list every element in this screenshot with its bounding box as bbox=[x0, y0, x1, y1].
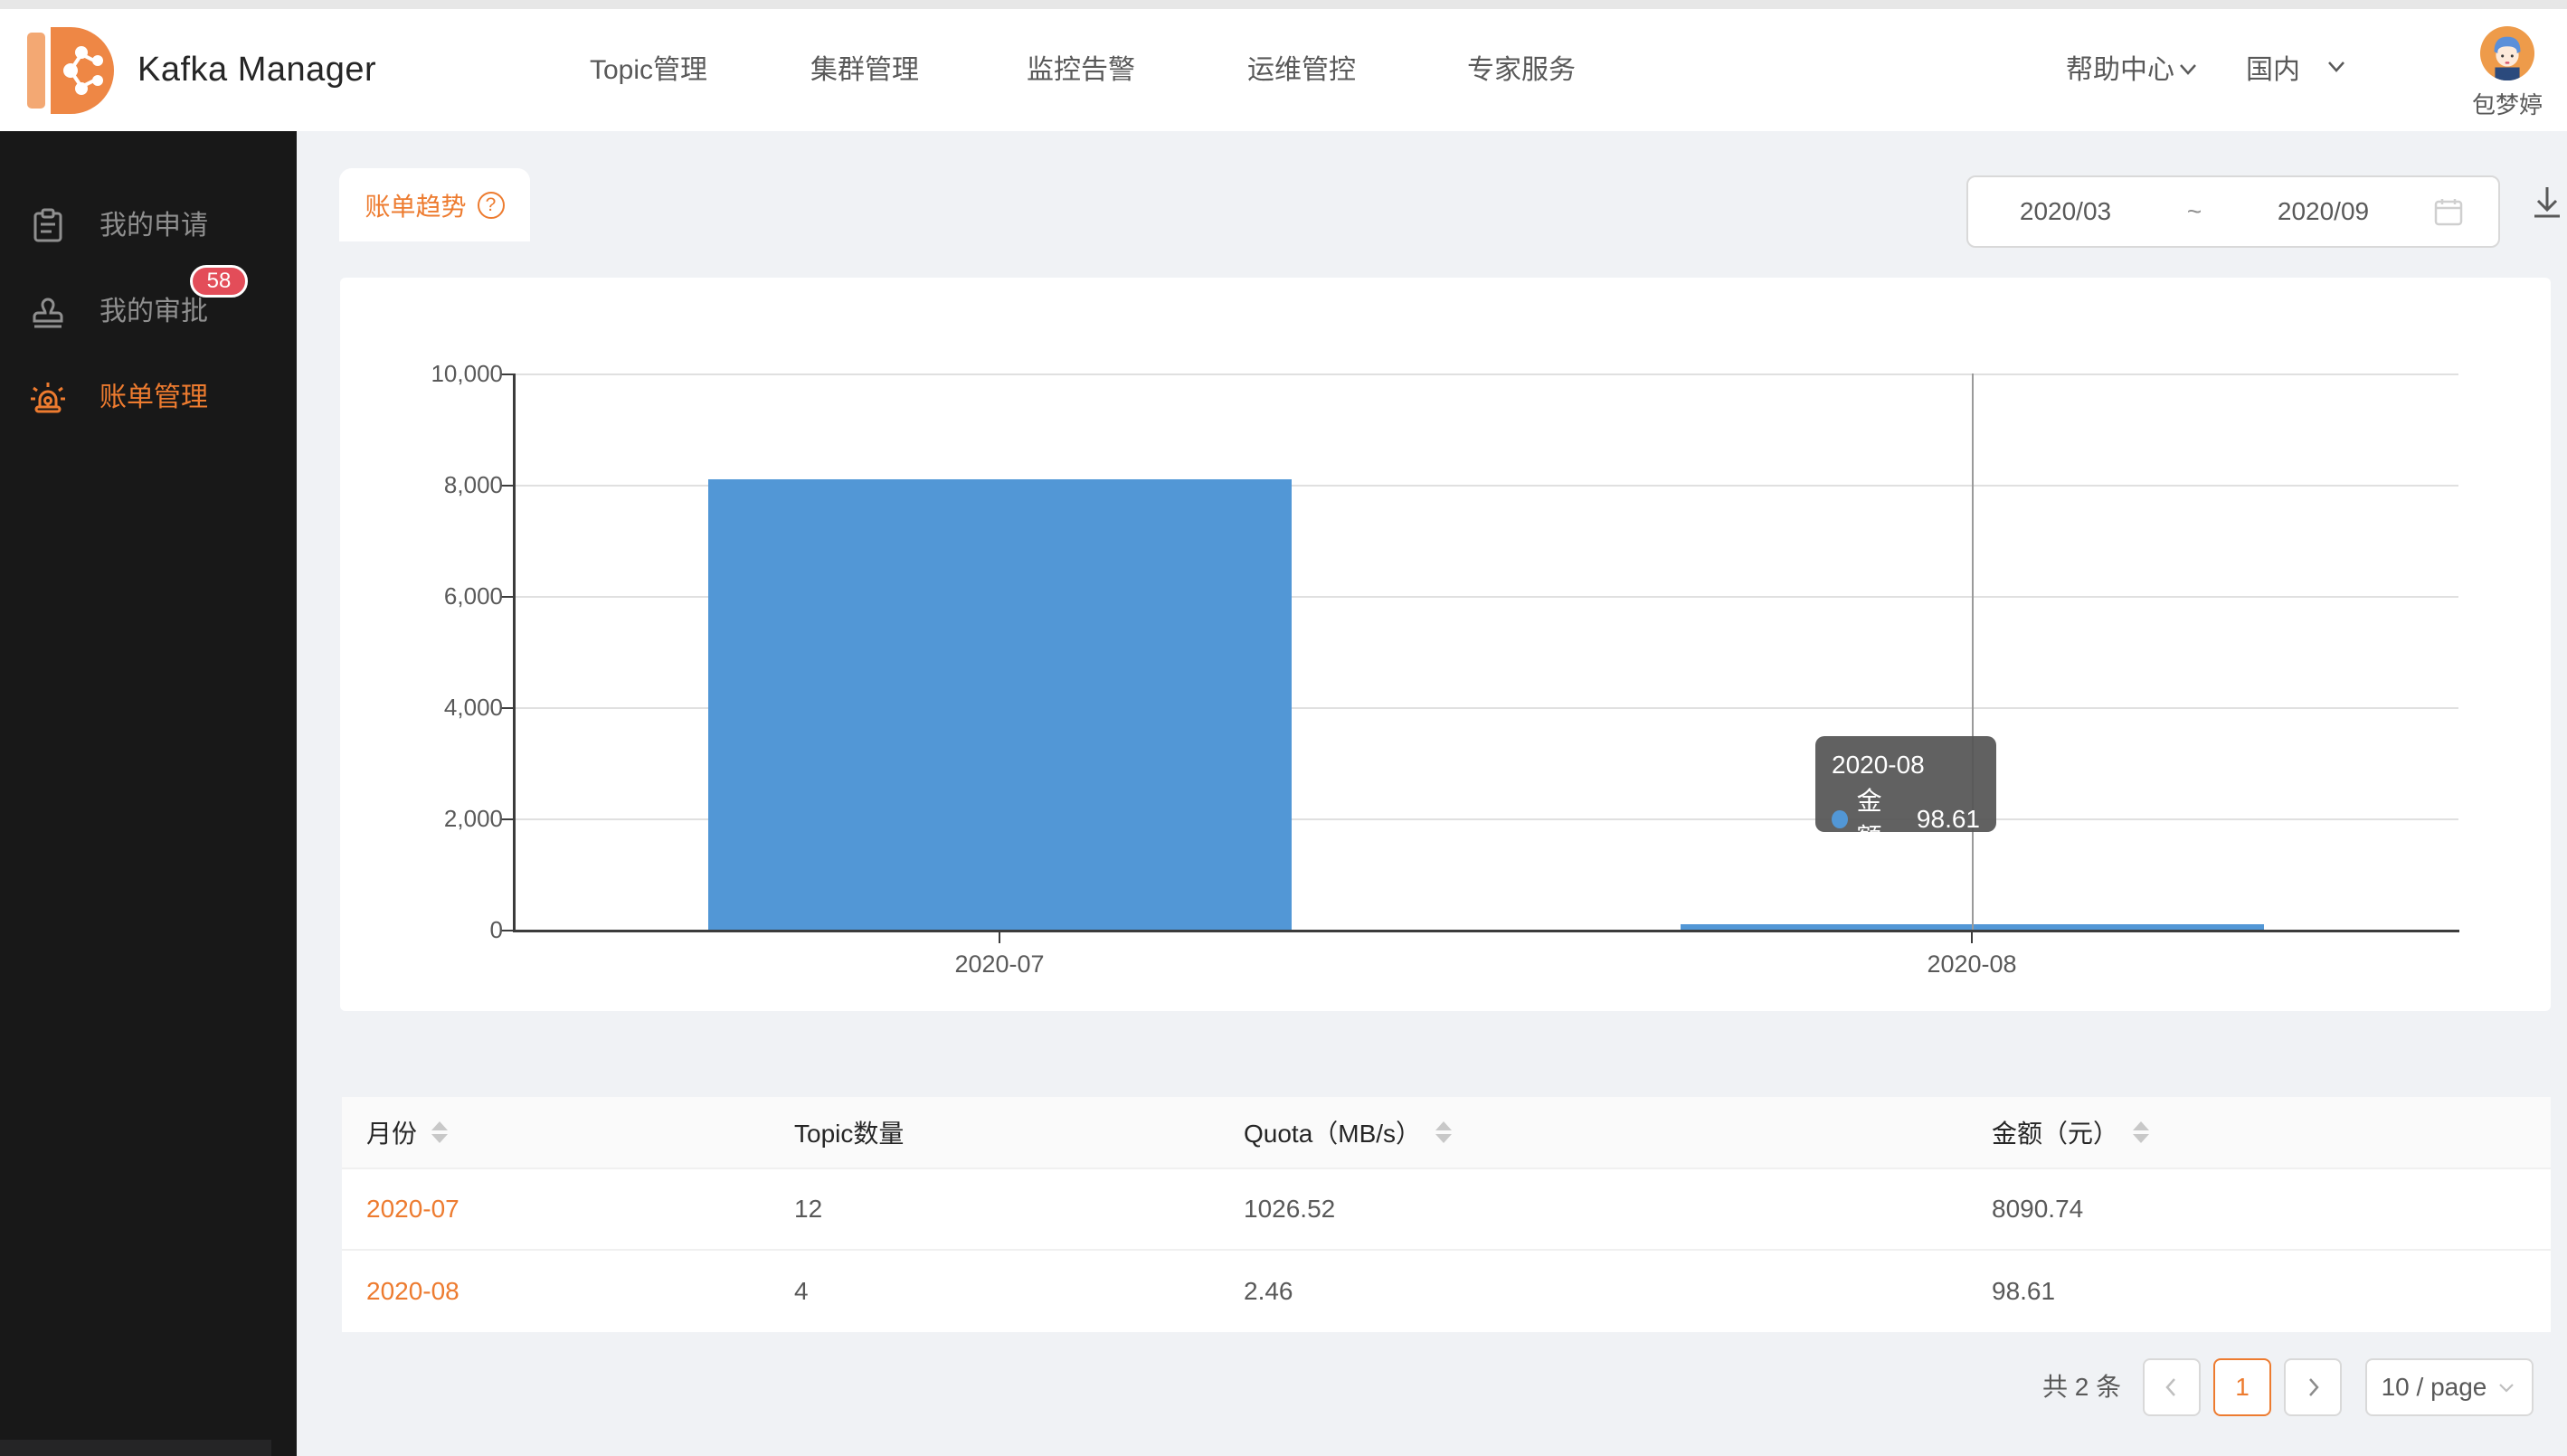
approvals-count-badge: 58 bbox=[190, 265, 248, 298]
month-link[interactable]: 2020-08 bbox=[366, 1277, 459, 1306]
app-title: Kafka Manager bbox=[137, 9, 376, 131]
month-link[interactable]: 2020-07 bbox=[366, 1195, 459, 1224]
table-row: 2020-08 4 2.46 98.61 bbox=[342, 1251, 2551, 1332]
nav-cluster[interactable]: 集群管理 bbox=[810, 9, 919, 131]
column-label: Quota（MB/s） bbox=[1244, 1114, 1421, 1150]
chevron-right-icon bbox=[2301, 1376, 2325, 1399]
x-axis-label: 2020-08 bbox=[1872, 950, 2071, 979]
quota-cell: 1026.52 bbox=[1244, 1169, 1335, 1249]
amount-cell: 98.61 bbox=[1992, 1251, 2055, 1332]
sidebar-item-my-applications[interactable]: 我的申请 bbox=[0, 183, 297, 269]
y-axis-label: 2,000 bbox=[358, 804, 503, 833]
user-menu[interactable]: 包梦婷 bbox=[2444, 25, 2567, 134]
kafka-manager-logo[interactable] bbox=[25, 20, 116, 119]
column-label: 金额（元） bbox=[1992, 1114, 2118, 1150]
chevron-left-icon bbox=[2160, 1376, 2183, 1399]
nav-expert[interactable]: 专家服务 bbox=[1467, 9, 1576, 131]
column-header-amount[interactable]: 金额（元） bbox=[1992, 1097, 2149, 1168]
tooltip-title: 2020-08 bbox=[1832, 747, 1980, 783]
page-size-value: 10 / page bbox=[2382, 1373, 2487, 1402]
x-axis-label: 2020-07 bbox=[900, 950, 1099, 979]
chevron-down-icon bbox=[2496, 1376, 2517, 1398]
pagination-prev-button[interactable] bbox=[2143, 1358, 2201, 1416]
date-range-picker[interactable]: 2020/03 ~ 2020/09 bbox=[1966, 175, 2500, 248]
table-header-row: 月份 Topic数量 Quota（MB/s） 金额（元） bbox=[342, 1097, 2551, 1169]
sidebar: 我的申请 我的审批 58 账单管理 bbox=[0, 131, 297, 1456]
billing-trend-chart: 10,000 8,000 6,000 4,000 2,000 0 2020-07… bbox=[340, 278, 2551, 1011]
chevron-down-icon[interactable] bbox=[2323, 52, 2350, 80]
column-header-month[interactable]: 月份 bbox=[366, 1097, 448, 1168]
topics-cell: 4 bbox=[794, 1251, 809, 1332]
avatar bbox=[2479, 25, 2535, 81]
chart-tooltip: 2020-08 金额: 98.61 bbox=[1815, 736, 1996, 832]
calendar-icon bbox=[2433, 196, 2464, 227]
sidebar-footer-strip[interactable] bbox=[0, 1440, 271, 1456]
tooltip-series-label: 金额: bbox=[1857, 783, 1908, 856]
sidebar-item-label: 我的申请 bbox=[99, 183, 208, 269]
top-strip bbox=[0, 0, 2567, 9]
y-axis-label: 10,000 bbox=[358, 359, 503, 388]
clipboard-icon bbox=[30, 208, 66, 244]
alarm-icon bbox=[30, 380, 66, 416]
x-axis-tick bbox=[999, 932, 1000, 943]
tab-label: 账单趋势 bbox=[365, 187, 466, 223]
series-dot-icon bbox=[1832, 810, 1848, 828]
sidebar-item-my-approvals[interactable]: 我的审批 58 bbox=[0, 269, 297, 355]
question-circle-icon[interactable]: ? bbox=[478, 192, 505, 219]
x-axis-tick bbox=[1971, 932, 1973, 943]
sort-carets-icon bbox=[2133, 1121, 2149, 1143]
sort-carets-icon bbox=[431, 1121, 448, 1143]
y-axis-line bbox=[513, 373, 516, 931]
amount-cell: 8090.74 bbox=[1992, 1169, 2083, 1249]
date-range-end[interactable]: 2020/09 bbox=[2226, 197, 2420, 226]
table-row: 2020-07 12 1026.52 8090.74 bbox=[342, 1169, 2551, 1251]
quota-cell: 2.46 bbox=[1244, 1251, 1293, 1332]
tab-billing-trend[interactable]: 账单趋势 ? bbox=[339, 168, 530, 241]
y-axis-label: 8,000 bbox=[358, 470, 503, 499]
page-size-select[interactable]: 10 / page bbox=[2365, 1358, 2534, 1416]
column-label: Topic数量 bbox=[794, 1114, 904, 1150]
stamp-icon bbox=[30, 294, 66, 330]
kafka-manager-page: Kafka Manager Topic管理 集群管理 监控告警 运维管控 专家服… bbox=[0, 0, 2567, 1456]
nav-monitor[interactable]: 监控告警 bbox=[1027, 9, 1135, 131]
pagination-page-1[interactable]: 1 bbox=[2213, 1358, 2271, 1416]
help-center-label: 帮助中心 bbox=[2066, 55, 2174, 85]
column-header-topics: Topic数量 bbox=[794, 1097, 904, 1168]
pagination-total: 共 2 条 bbox=[2042, 1358, 2121, 1416]
billing-table: 月份 Topic数量 Quota（MB/s） 金额（元） 2020-07 12 … bbox=[342, 1097, 2551, 1332]
y-axis-label: 6,000 bbox=[358, 581, 503, 610]
sidebar-item-label: 账单管理 bbox=[99, 355, 208, 441]
nav-ops[interactable]: 运维管控 bbox=[1247, 9, 1356, 131]
help-center-menu[interactable]: 帮助中心 bbox=[2066, 9, 2202, 131]
date-range-start[interactable]: 2020/03 bbox=[1968, 197, 2163, 226]
region-select[interactable]: 国内 bbox=[2246, 9, 2300, 131]
y-axis-label: 4,000 bbox=[358, 693, 503, 722]
page-number: 1 bbox=[2235, 1373, 2250, 1402]
x-axis-line bbox=[513, 930, 2459, 932]
tooltip-series-value: 98.61 bbox=[1917, 801, 1980, 837]
date-range-separator: ~ bbox=[2163, 197, 2226, 226]
sidebar-item-billing[interactable]: 账单管理 bbox=[0, 355, 297, 441]
column-label: 月份 bbox=[366, 1114, 417, 1150]
topbar: Kafka Manager Topic管理 集群管理 监控告警 运维管控 专家服… bbox=[0, 9, 2567, 131]
topics-cell: 12 bbox=[794, 1169, 822, 1249]
sort-carets-icon bbox=[1435, 1121, 1452, 1143]
nav-topic[interactable]: Topic管理 bbox=[590, 9, 707, 131]
column-header-quota[interactable]: Quota（MB/s） bbox=[1244, 1097, 1452, 1168]
download-icon[interactable] bbox=[2529, 184, 2565, 223]
pagination-next-button[interactable] bbox=[2284, 1358, 2342, 1416]
user-name: 包梦婷 bbox=[2444, 87, 2567, 120]
bar-2020-07[interactable] bbox=[708, 479, 1292, 930]
chevron-down-icon bbox=[2174, 55, 2202, 82]
y-axis-label: 0 bbox=[358, 915, 503, 944]
gridline bbox=[513, 373, 2458, 375]
